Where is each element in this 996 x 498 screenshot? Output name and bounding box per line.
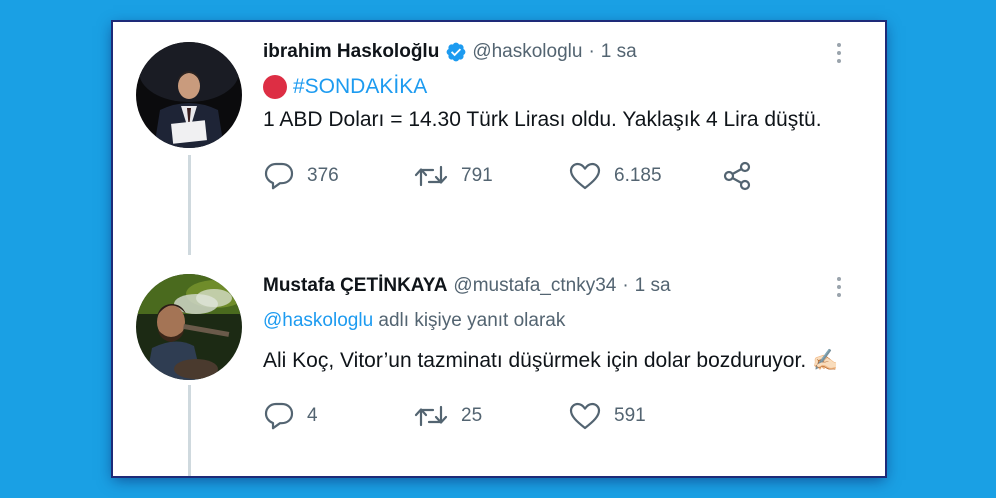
handle[interactable]: @mustafa_ctnky34 <box>453 274 616 298</box>
retweet-count: 791 <box>461 165 493 186</box>
retweet-icon <box>414 165 448 187</box>
avatar-mustafa[interactable] <box>136 274 242 380</box>
tweet-header: ibrahim Haskoloğlu @haskologlu · 1 sa <box>263 40 869 64</box>
reply-icon <box>264 402 294 430</box>
like-button[interactable]: 591 <box>568 401 646 431</box>
retweet-button[interactable]: 25 <box>413 401 568 431</box>
more-icon[interactable] <box>829 40 849 66</box>
retweet-icon <box>414 405 448 427</box>
like-count: 591 <box>614 405 646 426</box>
tweet-body: 1 ABD Doları = 14.30 Türk Lirası oldu. Y… <box>263 108 822 131</box>
reply-button[interactable]: 4 <box>263 401 413 431</box>
reply-to-label: adlı kişiye yanıt olarak <box>378 310 566 331</box>
more-icon[interactable] <box>829 274 849 300</box>
display-name[interactable]: Mustafa ÇETİNKAYA <box>263 274 447 298</box>
red-circle-emoji <box>263 74 287 99</box>
avatar-image <box>136 42 242 148</box>
reply-context: @haskologlu adlı kişiye yanıt olarak <box>263 308 869 334</box>
reply-button[interactable]: 376 <box>263 161 413 191</box>
tweet-thread-card: ibrahim Haskoloğlu @haskologlu · 1 sa #S… <box>113 22 885 476</box>
thread-connector-line <box>188 155 191 255</box>
separator-dot: · <box>588 41 595 62</box>
tweet-body: Ali Koç, Vitor’un tazminatı düşürmek içi… <box>263 349 807 372</box>
avatar-image <box>136 274 242 380</box>
timestamp[interactable]: 1 sa <box>635 274 671 298</box>
tweet-text: #SONDAKİKA 1 ABD Doları = 14.30 Türk Lir… <box>263 70 863 136</box>
display-name[interactable]: ibrahim Haskoloğlu <box>263 40 439 64</box>
hashtag-link[interactable]: #SONDAKİKA <box>293 70 427 103</box>
reply-to-handle[interactable]: @haskologlu <box>263 310 373 331</box>
like-count: 6.185 <box>614 165 662 186</box>
writing-hand-emoji: ✍🏻 <box>812 349 839 372</box>
verified-icon <box>445 41 467 63</box>
like-icon <box>569 402 601 430</box>
tweet-1[interactable]: ibrahim Haskoloğlu @haskologlu · 1 sa #S… <box>263 40 869 192</box>
share-icon <box>723 161 751 191</box>
separator-dot: · <box>622 275 629 296</box>
like-button[interactable]: 6.185 <box>568 161 720 191</box>
retweet-button[interactable]: 791 <box>413 161 568 191</box>
reply-icon <box>264 162 294 190</box>
thread-connector-line <box>188 385 191 476</box>
handle[interactable]: @haskologlu <box>472 40 582 64</box>
tweet-2[interactable]: Mustafa ÇETİNKAYA @mustafa_ctnky34 · 1 s… <box>263 274 869 431</box>
share-button[interactable] <box>720 160 754 192</box>
reply-count: 4 <box>307 405 318 426</box>
like-icon <box>569 162 601 190</box>
retweet-count: 25 <box>461 405 483 426</box>
timestamp[interactable]: 1 sa <box>601 40 637 64</box>
tweet-text: Ali Koç, Vitor’un tazminatı düşürmek içi… <box>263 344 863 377</box>
tweet-header: Mustafa ÇETİNKAYA @mustafa_ctnky34 · 1 s… <box>263 274 869 298</box>
reply-count: 376 <box>307 165 339 186</box>
tweet-actions: 376 791 6.185 <box>263 160 869 192</box>
avatar-haskologlu[interactable] <box>136 42 242 148</box>
tweet-actions: 4 25 591 <box>263 401 869 431</box>
